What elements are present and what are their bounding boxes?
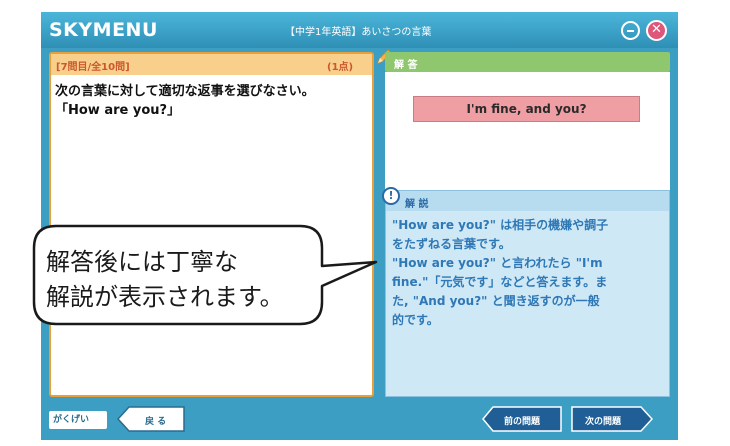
answer-area: I'm fine, and you? bbox=[385, 72, 670, 190]
explanation-text: "How are you?" は相手の機嫌や調子 をたずねる言葉です。 "How… bbox=[392, 216, 664, 330]
question-line: 「How are you?」 bbox=[55, 103, 181, 118]
callout-line: 解説が表示されます。 bbox=[46, 283, 284, 311]
explanation-panel: ! 解 説 "How are you?" は相手の機嫌や調子 をたずねる言葉です… bbox=[382, 187, 670, 397]
callout-line: 解答後には丁寧な bbox=[46, 248, 238, 276]
app-window: SKYMENU 【中学1年英語】あいさつの言葉 ✕ [7問目/全10問] (1点… bbox=[41, 12, 678, 440]
callout-text: 解答後には丁寧な 解説が表示されます。 bbox=[46, 245, 284, 315]
answer-box: I'm fine, and you? bbox=[413, 96, 640, 122]
explanation-line: "How are you?" と言われたら "I'm bbox=[392, 256, 603, 270]
answer-label: 解 答 bbox=[394, 60, 418, 71]
next-label: 次の問題 bbox=[585, 417, 622, 427]
explanation-header: ! 解 説 bbox=[382, 187, 669, 211]
explanation-line: た, "And you?" と聞き返すのが一般 bbox=[392, 294, 600, 308]
back-button[interactable]: 戻 る bbox=[116, 406, 185, 432]
question-panel: [7問目/全10問] (1点) 次の言葉に対して適切な返事を選びなさい。 「Ho… bbox=[49, 49, 392, 397]
next-question-button[interactable]: 次の問題 bbox=[571, 406, 654, 432]
question-text: 次の言葉に対して適切な返事を選びなさい。 「How are you?」 bbox=[55, 82, 315, 120]
explanation-label: 解 説 bbox=[405, 199, 429, 210]
window-title: 【中学1年英語】あいさつの言葉 bbox=[285, 27, 432, 38]
explanation-line: fine."「元気です」などと答えます。ま bbox=[392, 275, 608, 289]
answer-header: 解 答 bbox=[385, 52, 670, 72]
close-icon[interactable]: ✕ bbox=[646, 20, 667, 41]
minimize-icon[interactable] bbox=[621, 21, 640, 40]
title-bar: SKYMENU 【中学1年英語】あいさつの言葉 ✕ bbox=[41, 12, 678, 48]
prev-label: 前の問題 bbox=[504, 417, 541, 427]
info-icon: ! bbox=[382, 187, 400, 205]
footer-bar: がくげい 戻 る 前の問題 次の問題 bbox=[41, 401, 678, 440]
question-header: [7問目/全10問] (1点) bbox=[51, 54, 372, 75]
question-points: (1点) bbox=[327, 62, 354, 73]
prev-question-button[interactable]: 前の問題 bbox=[482, 406, 562, 432]
explanation-line: をたずねる言葉です。 bbox=[392, 237, 511, 251]
brand-logo: がくげい bbox=[49, 411, 107, 429]
question-count: [7問目/全10問] bbox=[56, 62, 130, 73]
explanation-line: "How are you?" は相手の機嫌や調子 bbox=[392, 218, 609, 232]
explanation-line: 的です。 bbox=[392, 313, 439, 327]
question-line: 次の言葉に対して適切な返事を選びなさい。 bbox=[55, 84, 315, 99]
back-label: 戻 る bbox=[145, 417, 167, 427]
app-logo: SKYMENU bbox=[49, 19, 158, 41]
